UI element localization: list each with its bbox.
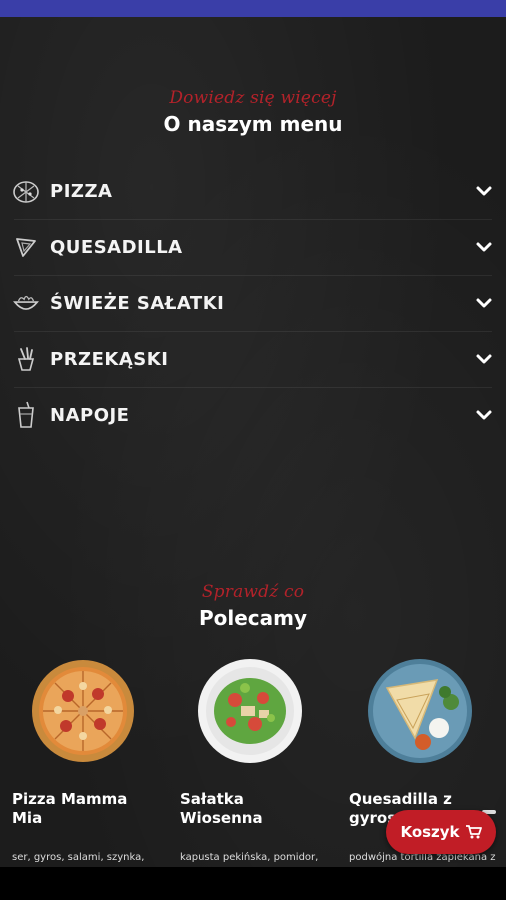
quesadilla-image [367,658,473,764]
recommended-title: Polecamy [198,606,308,630]
chevron-down-icon[interactable] [474,237,494,257]
chevron-down-icon[interactable] [474,293,494,313]
menu-item-drinks[interactable]: NAPOJE [0,387,506,443]
menu-item-quesadilla[interactable]: QUESADILLA [0,219,506,275]
salad-image [197,658,303,764]
menu-item-label: NAPOJE [50,404,130,426]
pizza-icon [12,177,40,205]
snack-icon [12,345,40,373]
menu-item-pizza[interactable]: PIZZA [0,163,506,219]
menu-item-label: ŚWIEŻE SAŁATKI [50,292,225,314]
product-card[interactable]: Pizza Mamma Mia ser, gyros, salami, szyn… [12,658,177,863]
product-name: Sałatka Wiosenna [180,790,263,827]
menu-item-snacks[interactable]: PRZEKĄSKI [0,331,506,387]
menu-item-label: QUESADILLA [50,236,183,258]
product-card[interactable]: Quesadilla z gyros podwójna tortilla zap… [349,658,506,863]
quesadilla-icon [12,233,40,261]
chevron-down-icon[interactable] [474,349,494,369]
status-bar [0,0,506,17]
cart-icon [465,825,482,839]
menu-item-label: PIZZA [50,180,113,202]
chevron-down-icon[interactable] [474,181,494,201]
menu-category-list: PIZZA QUESADILLA ŚWIEŻE SAŁATKI PRZEKĄSK… [0,163,506,443]
cart-button-label: Koszyk [400,823,460,841]
about-title: O naszym menu [163,112,343,136]
chevron-down-icon[interactable] [474,405,494,425]
product-description: kapusta pekińska, pomidor, [180,852,319,863]
navigation-bar [0,867,506,900]
cart-button[interactable]: Koszyk [386,810,496,854]
about-kicker: Dowiedz się więcej [169,88,337,108]
drink-cup-icon [12,401,40,429]
salad-bowl-icon [12,289,40,317]
product-card[interactable]: Sałatka Wiosenna kapusta pekińska, pomid… [180,658,345,863]
product-name: Pizza Mamma Mia [12,790,128,827]
menu-item-salads[interactable]: ŚWIEŻE SAŁATKI [0,275,506,331]
recommended-kicker: Sprawdź co [201,582,305,602]
about-section-header: Dowiedz się więcej O naszym menu [0,88,506,136]
menu-item-label: PRZEKĄSKI [50,348,169,370]
recommended-section-header: Sprawdź co Polecamy [0,582,506,630]
pizza-image [30,658,136,764]
product-description: ser, gyros, salami, szynka, [12,852,145,863]
